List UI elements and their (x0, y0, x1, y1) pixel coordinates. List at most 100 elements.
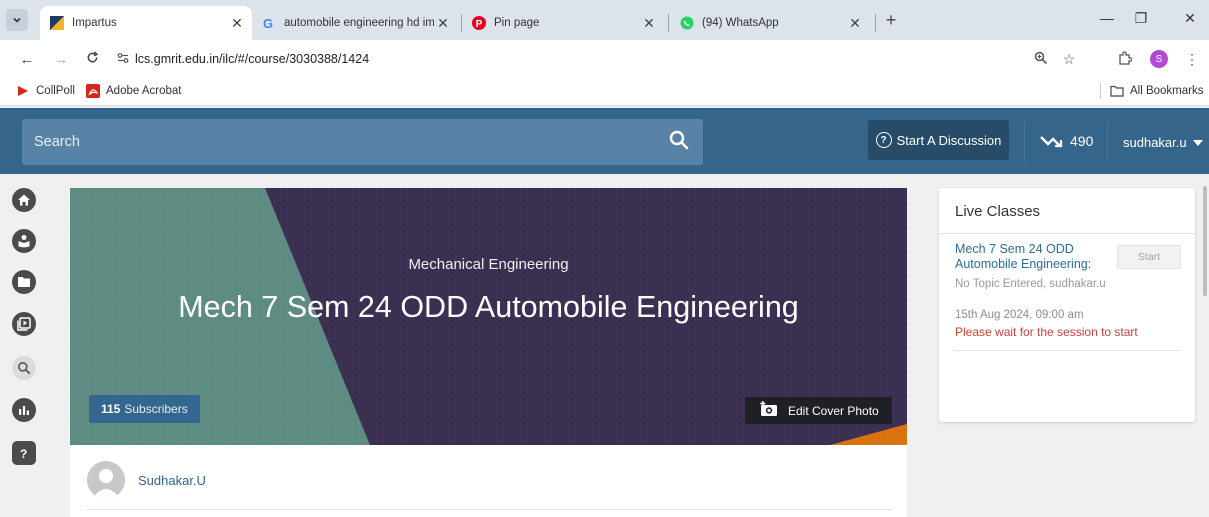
svg-text:G: G (263, 16, 273, 30)
new-tab-button[interactable]: + (881, 10, 901, 31)
tab-title: Pin page (494, 17, 540, 29)
author-name-link[interactable]: Sudhakar.U (138, 473, 206, 488)
live-class-time: 15th Aug 2024, 09:00 am (955, 309, 1084, 321)
bookmark-label: CollPoll (36, 85, 75, 97)
divider (939, 233, 1195, 234)
tab-pinterest[interactable]: P Pin page ✕ (462, 6, 664, 40)
kebab-menu-icon[interactable]: ⋮ (1183, 51, 1201, 68)
app-header: Search ? Start A Discussion 490 sudhakar… (0, 108, 1209, 174)
edit-cover-label: Edit Cover Photo (788, 403, 879, 418)
sidebar-item-home[interactable] (12, 188, 36, 212)
svg-text:P: P (476, 19, 483, 30)
whatsapp-icon (680, 16, 694, 30)
trending-counter[interactable]: 490 (1040, 133, 1093, 149)
search-placeholder: Search (34, 134, 80, 150)
all-bookmarks-label: All Bookmarks (1130, 85, 1204, 97)
header-divider (1107, 122, 1108, 162)
acrobat-icon (86, 84, 100, 98)
bookmark-adobe-acrobat[interactable]: Adobe Acrobat (86, 84, 181, 98)
video-library-icon (17, 317, 31, 331)
sidebar-item-search[interactable] (12, 356, 36, 380)
edit-cover-photo-button[interactable]: Edit Cover Photo (745, 397, 892, 424)
user-silhouette-icon (92, 469, 120, 499)
google-icon: G (262, 16, 276, 30)
help-icon: ? (20, 447, 27, 460)
impartus-icon (50, 16, 64, 30)
chevron-down-icon (13, 17, 21, 23)
tab-title: automobile engineering hd ima (284, 17, 434, 29)
course-department: Mechanical Engineering (408, 256, 569, 273)
bookmarks-bar: CollPoll Adobe Acrobat All Bookmarks (0, 78, 1209, 106)
sidebar-item-teacher[interactable] (12, 229, 36, 253)
trend-count: 490 (1070, 133, 1094, 149)
trending-icon (1040, 136, 1063, 148)
restore-button[interactable]: ❐ (1131, 10, 1151, 27)
bookmark-label: Adobe Acrobat (106, 85, 182, 97)
url-text[interactable]: lcs.gmrit.edu.in/ilc/#/course/3030388/14… (135, 52, 369, 66)
tab-separator (875, 14, 876, 32)
course-card: Mechanical Engineering Mech 7 Sem 24 ODD… (70, 188, 907, 517)
back-button[interactable]: ← (18, 51, 36, 68)
start-discussion-label: Start A Discussion (896, 132, 1002, 148)
page-scrollbar[interactable] (1201, 176, 1209, 517)
user-menu[interactable]: sudhakar.u (1123, 135, 1203, 150)
search-icon[interactable] (669, 130, 689, 155)
search-input[interactable]: Search (22, 119, 703, 165)
tab-whatsapp[interactable]: (94) WhatsApp ✕ (670, 6, 870, 40)
close-icon[interactable]: ✕ (846, 15, 864, 32)
all-bookmarks-button[interactable]: All Bookmarks (1110, 84, 1204, 98)
sidebar-item-analytics[interactable] (12, 398, 36, 422)
live-classes-title: Live Classes (955, 203, 1041, 220)
profile-avatar[interactable]: S (1150, 50, 1168, 68)
sidebar-item-folder[interactable] (12, 270, 36, 294)
site-settings-icon[interactable] (117, 52, 129, 67)
live-class-status: Please wait for the session to start (955, 325, 1138, 339)
divider (86, 509, 892, 510)
tab-separator (668, 14, 669, 32)
divider (953, 350, 1181, 351)
sidebar-item-help[interactable]: ? (12, 441, 36, 465)
collpoll-icon (16, 84, 30, 98)
extensions-icon[interactable] (1116, 51, 1134, 68)
bookmark-collpoll[interactable]: CollPoll (16, 84, 75, 98)
folder-icon (1110, 84, 1124, 98)
bookmark-star-icon[interactable]: ☆ (1060, 51, 1078, 68)
folder-icon (18, 277, 30, 287)
forward-button[interactable]: → (52, 51, 70, 68)
reload-icon (87, 51, 98, 63)
tab-google-search[interactable]: G automobile engineering hd ima ✕ (252, 6, 458, 40)
author-row: Sudhakar.U (70, 445, 907, 517)
subscribers-label: Subscribers (124, 402, 188, 416)
browser-tab-strip: Impartus ✕ G automobile engineering hd i… (0, 0, 1209, 40)
avatar[interactable] (87, 461, 125, 499)
home-icon (18, 194, 30, 206)
start-class-button[interactable]: Start (1117, 245, 1181, 269)
tab-impartus[interactable]: Impartus ✕ (40, 6, 252, 40)
live-class-topic: No Topic Entered, sudhakar.u (955, 278, 1106, 290)
close-icon[interactable]: ✕ (640, 15, 658, 32)
minimize-button[interactable]: — (1097, 10, 1117, 26)
help-circle-icon: ? (875, 132, 892, 148)
tab-search-button[interactable] (6, 9, 28, 31)
zoom-icon[interactable] (1032, 51, 1050, 68)
pinterest-icon: P (472, 16, 486, 30)
subscribers-count: 115 (101, 402, 121, 416)
camera-plus-icon (760, 401, 778, 420)
tab-title: (94) WhatsApp (702, 17, 779, 29)
cover-photo: Mechanical Engineering Mech 7 Sem 24 ODD… (70, 188, 907, 445)
close-window-button[interactable]: ✕ (1180, 10, 1200, 27)
teacher-icon (18, 235, 30, 248)
tab-title: Impartus (72, 17, 117, 29)
header-divider (1024, 122, 1025, 162)
scrollbar-thumb[interactable] (1203, 186, 1207, 296)
close-icon[interactable]: ✕ (228, 15, 246, 32)
start-discussion-button[interactable]: ? Start A Discussion (868, 120, 1009, 160)
live-class-name-link[interactable]: Mech 7 Sem 24 ODD Automobile Engineering… (955, 242, 1115, 272)
svg-text:?: ? (20, 447, 27, 460)
close-icon[interactable]: ✕ (434, 15, 452, 32)
search-icon (18, 362, 31, 375)
subscribers-badge[interactable]: 115 Subscribers (89, 395, 200, 423)
reload-button[interactable] (83, 51, 101, 68)
bookmark-separator (1100, 83, 1101, 99)
sidebar-item-video-library[interactable] (12, 312, 36, 336)
